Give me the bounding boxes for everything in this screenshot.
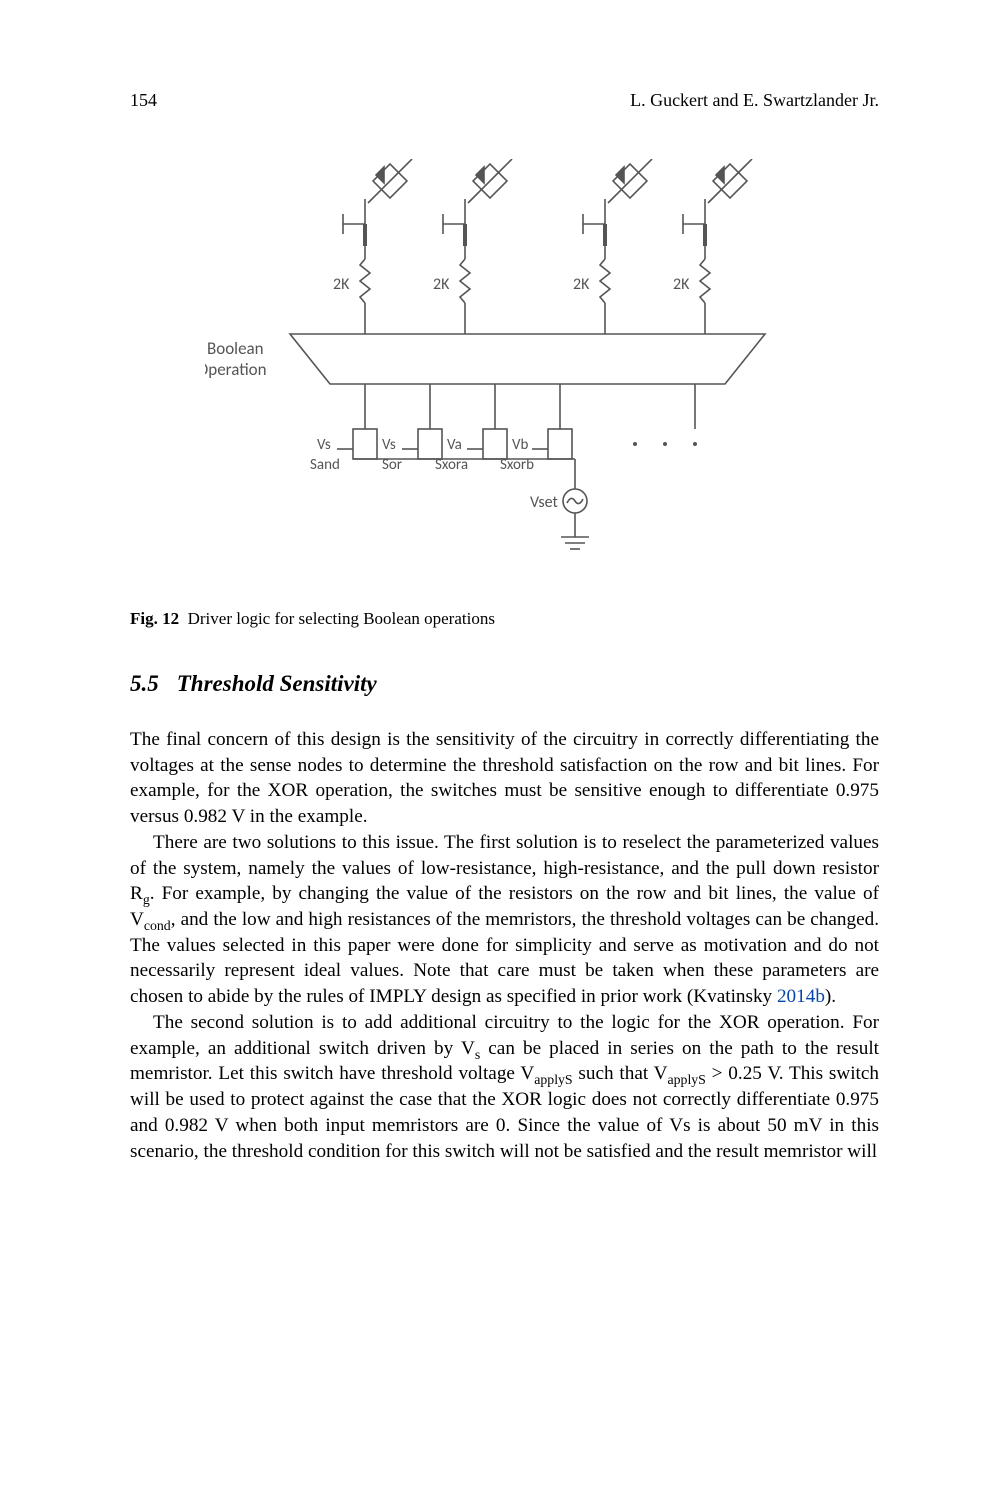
vs1-bot: Sand	[310, 456, 340, 474]
figure: 2K	[130, 159, 879, 579]
boolean-label: Boolean	[207, 338, 264, 359]
section-heading: 5.5 Threshold Sensitivity	[130, 671, 879, 697]
resistor-label-3: 2K	[573, 275, 590, 294]
vs2-top: Vs	[382, 436, 396, 454]
citation-year[interactable]: 2014b	[777, 986, 825, 1007]
vset-label: Vset	[530, 493, 559, 512]
body-text: The final concern of this design is the …	[130, 727, 879, 1164]
section-number: 5.5	[130, 671, 159, 696]
paragraph-2: There are two solutions to this issue. T…	[130, 830, 879, 1010]
resistor-label-2: 2K	[433, 275, 450, 294]
figure-caption: Fig. 12 Driver logic for selecting Boole…	[130, 609, 879, 629]
resistor-label-1: 2K	[333, 275, 350, 294]
circuit-diagram: 2K	[205, 159, 805, 579]
section-title-text: Threshold Sensitivity	[177, 671, 377, 696]
operation-label: Operation	[205, 359, 267, 380]
vs1-top: Vs	[317, 436, 331, 454]
paragraph-1: The final concern of this design is the …	[130, 727, 879, 830]
resistor-label-4: 2K	[673, 275, 690, 294]
page-number: 154	[130, 90, 157, 111]
page-header: 154 L. Guckert and E. Swartzlander Jr.	[130, 90, 879, 111]
vb-top: Vb	[512, 436, 529, 454]
header-authors: L. Guckert and E. Swartzlander Jr.	[630, 90, 879, 111]
va-top: Va	[447, 436, 462, 454]
paragraph-3: The second solution is to add additional…	[130, 1010, 879, 1164]
caption-label: Fig. 12	[130, 609, 179, 628]
caption-text: Driver logic for selecting Boolean opera…	[188, 609, 495, 628]
